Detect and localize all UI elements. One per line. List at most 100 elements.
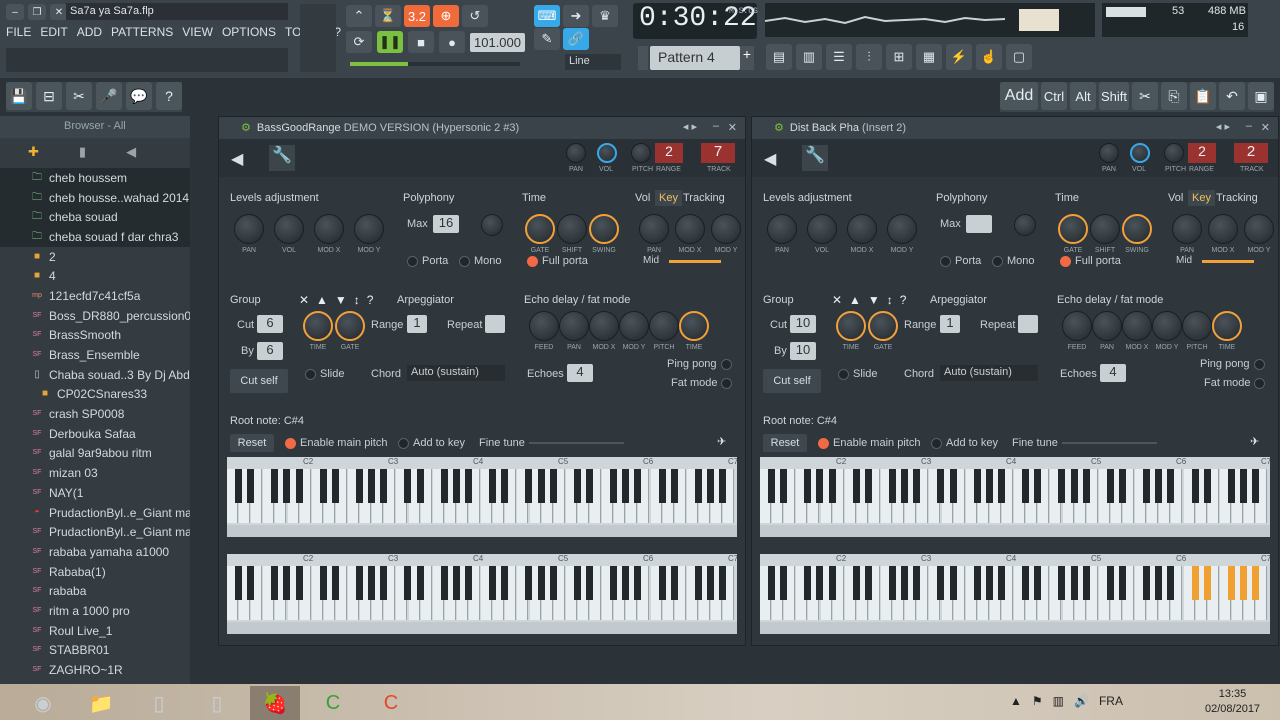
porta-radio[interactable]: Porta (940, 255, 981, 267)
browser-item[interactable]: ▯ Chaba souad..3 By Dj Abdou (0, 365, 190, 385)
black-key[interactable] (1106, 469, 1114, 503)
black-key[interactable] (247, 566, 255, 600)
menu-view[interactable]: VIEW (182, 25, 213, 45)
black-key[interactable] (997, 469, 1005, 503)
main-pitch-radio[interactable]: Enable main pitch (818, 437, 920, 449)
knob[interactable] (1090, 214, 1120, 244)
black-key[interactable] (1191, 469, 1199, 503)
black-key[interactable] (1227, 469, 1235, 503)
channel-rack-icon[interactable]: ☰ (826, 44, 852, 70)
slide-radio[interactable]: Slide (838, 368, 877, 380)
menu-file[interactable]: FILE (6, 25, 31, 45)
keyboard[interactable]: C2 C3 C4 C5 C6 C7 (227, 554, 737, 634)
minimize-icon[interactable]: – (1246, 120, 1252, 132)
fat-mode-radio[interactable]: Fat mode (1204, 377, 1266, 389)
knob[interactable] (767, 214, 797, 244)
link-icon[interactable]: 🔗 (563, 28, 589, 50)
language-indicator[interactable]: FRA (1099, 694, 1123, 708)
slide-knob[interactable] (481, 214, 503, 236)
black-key[interactable] (901, 469, 909, 503)
tray-flag-icon[interactable]: ⚑ (1032, 694, 1043, 708)
echoes-value[interactable]: 4 (567, 364, 593, 382)
knob[interactable] (1208, 214, 1238, 244)
black-key[interactable] (913, 566, 921, 600)
black-key[interactable] (973, 566, 981, 600)
browser-item[interactable]: ■ 4 (0, 266, 190, 286)
copy-icon[interactable]: ⎘ (1161, 82, 1187, 110)
repeat-value[interactable] (485, 315, 505, 333)
knob[interactable] (335, 311, 365, 341)
knob[interactable] (525, 214, 555, 244)
black-key[interactable] (235, 469, 242, 503)
black-key[interactable] (283, 566, 291, 600)
knob[interactable] (639, 214, 669, 244)
chord-select[interactable]: Auto (sustain) (940, 365, 1038, 381)
wrench-icon[interactable]: 🔧 (269, 145, 295, 171)
black-key[interactable] (610, 566, 618, 600)
black-key[interactable] (997, 566, 1005, 600)
pencil-icon[interactable]: ✎ (534, 28, 560, 50)
knob[interactable] (589, 311, 619, 341)
black-key[interactable] (852, 469, 860, 503)
cut-value[interactable]: 6 (257, 315, 283, 333)
browser-item[interactable]: 🗀 cheba souad f dar chra3 (0, 227, 190, 247)
black-key[interactable] (380, 469, 388, 503)
knob[interactable] (559, 311, 589, 341)
browser-item[interactable]: SF crash SP0008 (0, 404, 190, 424)
metronome-icon[interactable]: ⌃ (346, 5, 372, 27)
black-key[interactable] (525, 566, 533, 600)
browser-speaker-icon[interactable]: ◀ (126, 144, 136, 162)
black-key[interactable] (1058, 566, 1066, 600)
black-key[interactable] (1252, 566, 1259, 600)
loop-record-icon[interactable]: ↺ (462, 5, 488, 27)
minimize-icon[interactable]: – (6, 4, 24, 20)
fine-tune-slider[interactable] (529, 442, 624, 444)
plugin-picker-icon[interactable]: ⚡ (946, 44, 972, 70)
pitch-range[interactable]: 2 (655, 143, 683, 163)
black-key[interactable] (949, 566, 957, 600)
black-key[interactable] (658, 469, 666, 503)
record-icon[interactable]: ● (439, 31, 465, 53)
by-value[interactable]: 6 (257, 342, 283, 360)
black-key[interactable] (573, 566, 581, 600)
arrows-icon[interactable]: ◂ ▸ (1216, 120, 1230, 133)
knob[interactable] (619, 311, 649, 341)
black-key[interactable] (949, 469, 957, 503)
browser-item[interactable]: SF Roul Live_1 (0, 621, 190, 641)
black-key[interactable] (368, 566, 376, 600)
undo-icon[interactable]: ↶ (1219, 82, 1245, 110)
black-key[interactable] (573, 469, 581, 503)
black-key[interactable] (719, 566, 726, 600)
knob[interactable] (529, 311, 559, 341)
black-key[interactable] (719, 469, 726, 503)
add-key-radio[interactable]: Add to key (931, 437, 998, 449)
black-key[interactable] (1082, 469, 1090, 503)
drag-icon[interactable]: ✈ (717, 435, 726, 448)
black-key[interactable] (816, 566, 824, 600)
black-key[interactable] (331, 566, 339, 600)
reset-button[interactable]: Reset (763, 434, 807, 452)
black-key[interactable] (622, 469, 630, 503)
repeat-value[interactable] (1018, 315, 1038, 333)
black-key[interactable] (1070, 566, 1078, 600)
black-key[interactable] (416, 566, 424, 600)
gear-icon[interactable]: ⚙ (774, 122, 784, 134)
pattern-prev[interactable] (638, 46, 648, 70)
black-key[interactable] (380, 566, 388, 600)
track-box[interactable]: 2 (1234, 143, 1268, 163)
detach-icon[interactable]: ▢ (1006, 44, 1032, 70)
black-key[interactable] (816, 469, 824, 503)
browser-item[interactable]: SF ZAGHRO~1R (0, 660, 190, 680)
pitch-knob[interactable] (631, 143, 651, 163)
knob[interactable] (711, 214, 741, 244)
black-key[interactable] (452, 566, 460, 600)
black-key[interactable] (610, 469, 618, 503)
knob[interactable] (1122, 311, 1152, 341)
knob[interactable] (1212, 311, 1242, 341)
cut-self-button[interactable]: Cut self (230, 369, 288, 393)
black-key[interactable] (864, 566, 872, 600)
word-icon[interactable]: ▯ (192, 686, 242, 720)
ping-pong-radio[interactable]: Ping pong (667, 358, 732, 370)
black-key[interactable] (1239, 566, 1247, 600)
document-icon[interactable]: ▯ (134, 686, 184, 720)
